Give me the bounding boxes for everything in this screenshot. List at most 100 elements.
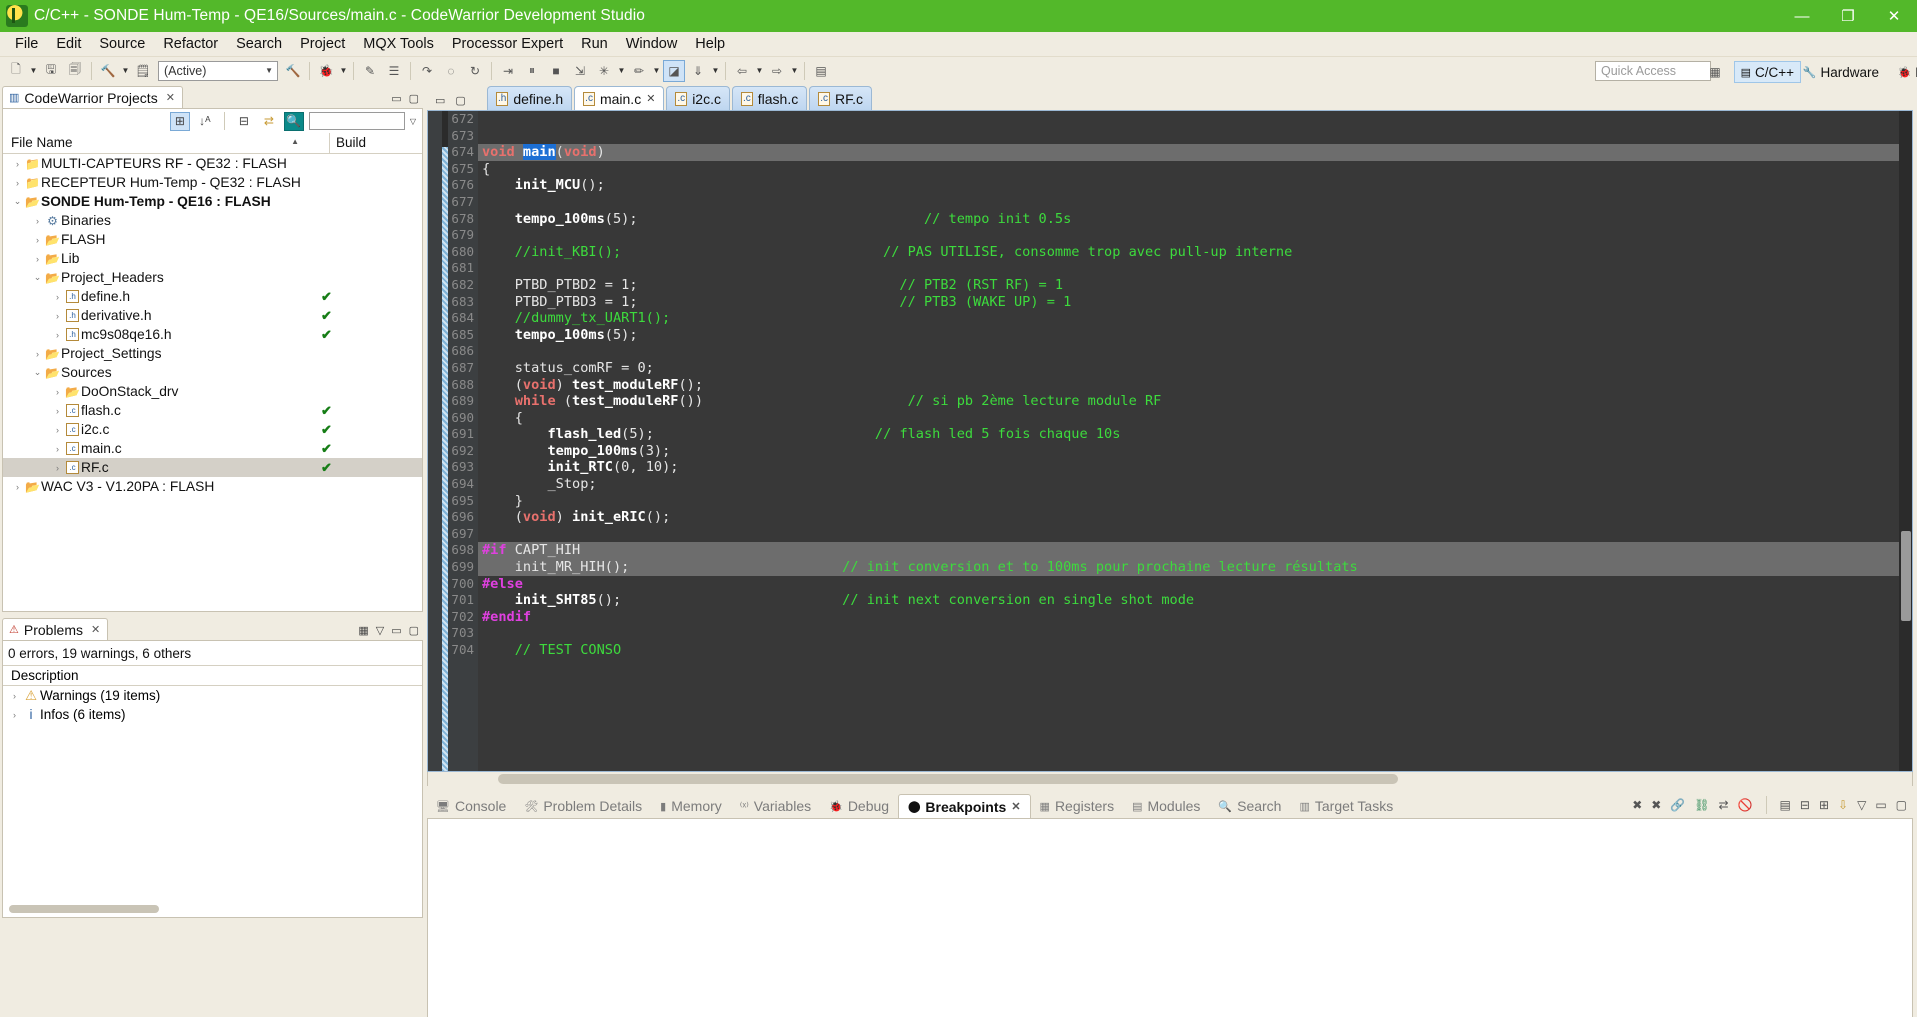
skip-all-breakpoints-icon[interactable]: 🚫: [1738, 798, 1753, 812]
code-editor[interactable]: 672 673 674 675 676 677 678 679 680 681 682 683 684 6…: [427, 110, 1913, 772]
quick-access-input[interactable]: Quick Access: [1595, 61, 1711, 81]
code-line[interactable]: #if CAPT_HIH: [478, 542, 1912, 560]
tree-item-sonde[interactable]: ⌄ 📂 SONDE Hum-Temp - QE16 : FLASH: [3, 192, 422, 211]
menu-item-help[interactable]: Help: [686, 34, 734, 54]
bookmark-icon[interactable]: ▤: [810, 60, 832, 82]
menu-item-window[interactable]: Window: [617, 34, 687, 54]
maximize-view-icon[interactable]: ▢: [409, 92, 419, 105]
bottom-tab-target-tasks[interactable]: ▥ Target Tasks: [1290, 794, 1402, 818]
tree-item-define.h[interactable]: › .h define.h ✔: [3, 287, 422, 306]
chevron-right-icon[interactable]: ›: [51, 444, 64, 454]
close-button[interactable]: ✕: [1871, 0, 1917, 32]
chevron-right-icon[interactable]: ›: [51, 406, 64, 416]
tree-item-multicapteurs[interactable]: › 📁 MULTI-CAPTEURS RF - QE32 : FLASH: [3, 154, 422, 173]
import-icon[interactable]: ☰: [383, 60, 405, 82]
download-icon[interactable]: ⇓: [687, 60, 709, 82]
tree-item-projectsettings[interactable]: › 📂 Project_Settings: [3, 344, 422, 363]
maximize-view-icon[interactable]: ▢: [409, 624, 419, 637]
forward-icon[interactable]: ⇨: [766, 60, 788, 82]
code-line[interactable]: tempo_100ms(5); // tempo init 0.5s: [478, 211, 1912, 228]
menu-item-mqx-tools[interactable]: MQX Tools: [354, 34, 443, 54]
tab-problems[interactable]: ⚠ Problems ✕: [2, 618, 109, 640]
tree-item-main.c[interactable]: › .c main.c ✔: [3, 439, 422, 458]
tree-item-recepteur[interactable]: › 📁 RECEPTEUR Hum-Temp - QE32 : FLASH: [3, 173, 422, 192]
code-line[interactable]: flash_led(5); // flash led 5 fois chaque…: [478, 426, 1912, 443]
tree-item-doonstackdrv[interactable]: › 📂 DoOnStack_drv: [3, 382, 422, 401]
tree-item-flash.c[interactable]: › .c flash.c ✔: [3, 401, 422, 420]
minimize-view-icon[interactable]: ▭: [1875, 798, 1886, 812]
highlight-icon[interactable]: ◪: [663, 59, 685, 82]
code-line[interactable]: [478, 526, 1912, 543]
debug-dropdown-arrow[interactable]: ▼: [338, 66, 349, 75]
code-line[interactable]: void main(void): [478, 144, 1912, 161]
code-line[interactable]: #else: [478, 576, 1912, 593]
menu-item-edit[interactable]: Edit: [47, 34, 90, 54]
view-menu-icon[interactable]: ▽: [1857, 798, 1866, 812]
chevron-right-icon[interactable]: ›: [31, 235, 44, 245]
tree-item-mc9s08qe16.h[interactable]: › .h mc9s08qe16.h ✔: [3, 325, 422, 344]
chevron-down-icon[interactable]: ⌄: [31, 272, 44, 283]
sort-az-icon[interactable]: ↓ᴬ: [195, 112, 215, 131]
new-breakpoint-icon[interactable]: ▤: [1780, 798, 1791, 812]
remove-breakpoint-icon[interactable]: ✖: [1632, 798, 1642, 812]
code-line[interactable]: [478, 111, 1912, 128]
minimize-view-icon[interactable]: ▭: [391, 624, 401, 637]
code-line[interactable]: [478, 260, 1912, 277]
link-editor-icon[interactable]: ⇄: [259, 112, 279, 131]
bottom-tab-memory[interactable]: ▮ Memory: [651, 794, 731, 818]
tab-codewarrior-projects[interactable]: ▥ CodeWarrior Projects ✕: [2, 86, 183, 108]
bottom-tab-problem-details[interactable]: 🛠 Problem Details: [515, 794, 651, 818]
code-line[interactable]: [478, 227, 1912, 244]
bottom-tab-modules[interactable]: ▤ Modules: [1123, 794, 1209, 818]
editor-vertical-scrollbar[interactable]: [1899, 111, 1912, 771]
code-line[interactable]: tempo_100ms(3);: [478, 443, 1912, 460]
project-search-input[interactable]: [308, 112, 405, 130]
code-text[interactable]: void main(void){ init_MCU(); tempo_100ms…: [478, 111, 1912, 771]
code-line[interactable]: {: [478, 161, 1912, 178]
build-dropdown-arrow[interactable]: ▼: [120, 66, 131, 75]
menu-item-source[interactable]: Source: [90, 34, 154, 54]
tree-item-rf.c[interactable]: › .c RF.c ✔: [3, 458, 422, 477]
remove-all-breakpoints-icon[interactable]: ✖: [1651, 798, 1661, 812]
minimize-button[interactable]: —: [1779, 0, 1825, 32]
column-header-build[interactable]: Build: [330, 133, 422, 153]
close-icon[interactable]: ✕: [91, 623, 100, 636]
breakpoints-list[interactable]: [427, 818, 1913, 1017]
import-breakpoints-icon[interactable]: ⇩: [1838, 798, 1848, 812]
terminate-icon[interactable]: ■: [545, 60, 567, 82]
restart-icon[interactable]: ↻: [464, 60, 486, 82]
tree-item-sources[interactable]: ⌄ 📂 Sources: [3, 363, 422, 382]
code-line[interactable]: [478, 128, 1912, 145]
maximize-view-icon[interactable]: ▢: [1896, 798, 1907, 812]
code-line[interactable]: init_SHT85(); // init next conversion en…: [478, 592, 1912, 609]
editor-hscroll-thumb[interactable]: [498, 774, 1398, 784]
chevron-right-icon[interactable]: ›: [11, 159, 24, 169]
editor-tab-i2c-c[interactable]: .c i2c.c: [666, 86, 730, 110]
search-icon[interactable]: 🔍: [283, 111, 304, 131]
code-line[interactable]: tempo_100ms(5);: [478, 327, 1912, 344]
chevron-down-icon[interactable]: ⌄: [31, 367, 44, 378]
bottom-tab-variables[interactable]: ⁽ˣ⁾ Variables: [731, 794, 820, 818]
disconnect-icon[interactable]: ⇲: [569, 60, 591, 82]
bottom-tab-search[interactable]: 🔍 Search: [1209, 794, 1290, 818]
tree-item-derivative.h[interactable]: › .h derivative.h ✔: [3, 306, 422, 325]
pencil-icon[interactable]: ✏: [628, 60, 650, 82]
code-line[interactable]: [478, 625, 1912, 642]
editor-vscroll-thumb[interactable]: [1901, 531, 1911, 621]
flash-programmer-icon[interactable]: ✎: [359, 60, 381, 82]
step-into-icon[interactable]: ⇥: [497, 60, 519, 82]
code-line[interactable]: [478, 194, 1912, 211]
download-arrow[interactable]: ▼: [710, 66, 721, 75]
menu-item-run[interactable]: Run: [572, 34, 617, 54]
tree-item-flash[interactable]: › 📂 FLASH: [3, 230, 422, 249]
processor-expert-arrow[interactable]: ▼: [616, 66, 627, 75]
chevron-right-icon[interactable]: ›: [51, 292, 64, 302]
problem-group-row[interactable]: › ⚠ Warnings (19 items): [3, 686, 422, 705]
collapse-all-icon[interactable]: ⊟: [1800, 798, 1810, 812]
clean-hammer-icon[interactable]: 🔨: [282, 60, 304, 82]
open-perspective-icon[interactable]: ▦: [1704, 61, 1726, 82]
chevron-right-icon[interactable]: ›: [51, 387, 64, 397]
editor-tab-flash-c[interactable]: .c flash.c: [731, 86, 808, 110]
code-line[interactable]: init_MCU();: [478, 177, 1912, 194]
chevron-right-icon[interactable]: ›: [7, 691, 22, 701]
